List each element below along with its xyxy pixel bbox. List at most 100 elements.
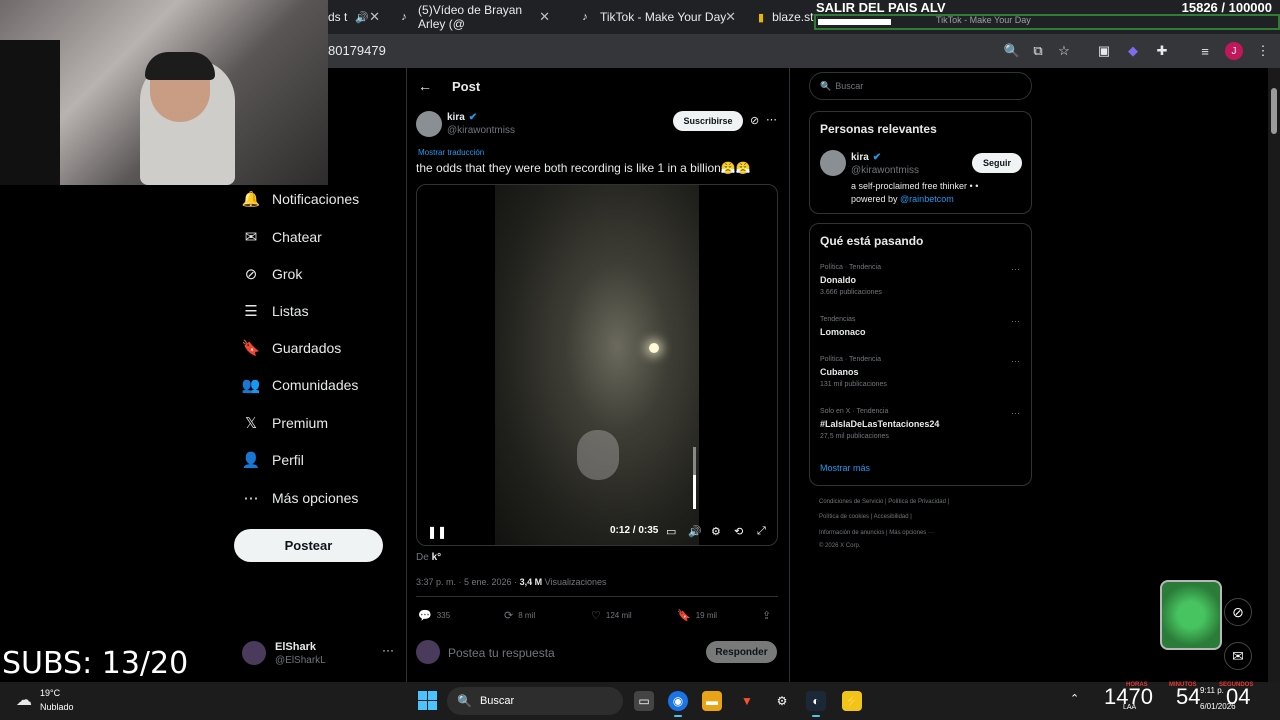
nav-label: Grok bbox=[272, 266, 303, 282]
more-icon[interactable]: ⋯ bbox=[1011, 316, 1020, 327]
author-handle[interactable]: @kirawontmiss bbox=[447, 125, 515, 136]
post-button[interactable]: Postear bbox=[234, 529, 383, 562]
video-player[interactable]: ❚❚ 0:12 / 0:35 ▭ 🔊 ⚙ ⟲ ⤢ bbox=[416, 184, 778, 546]
footer-line[interactable]: © 2026 X Corp. bbox=[819, 543, 860, 549]
app-icon[interactable]: ⚡ bbox=[842, 691, 862, 711]
more-icon[interactable]: ··· bbox=[382, 643, 394, 657]
nav-item[interactable]: 🔔 Notificaciones bbox=[242, 187, 360, 211]
browser-tab[interactable]: ♪ TikTok - Make Your Day ✕ bbox=[578, 6, 736, 28]
pause-icon[interactable]: ❚❚ bbox=[427, 525, 447, 539]
fullscreen-icon[interactable]: ⤢ bbox=[757, 525, 766, 538]
cast-icon[interactable]: ⧉ bbox=[1029, 42, 1047, 60]
steam-icon[interactable]: ◐ bbox=[806, 691, 826, 717]
more-icon[interactable]: ⋯ bbox=[1011, 356, 1020, 367]
author-avatar[interactable] bbox=[416, 111, 442, 137]
profile-avatar[interactable]: J bbox=[1225, 42, 1243, 60]
kebab-menu-icon[interactable]: ⋮ bbox=[1254, 42, 1272, 60]
close-tab-icon[interactable]: ✕ bbox=[539, 9, 550, 25]
grok-icon[interactable]: ⊘ bbox=[1224, 598, 1252, 626]
more-icon[interactable]: ⋯ bbox=[1011, 408, 1020, 419]
grok-icon[interactable]: ⊘ bbox=[750, 114, 759, 127]
chrome-icon[interactable]: ◉ bbox=[668, 691, 688, 717]
nav-item[interactable]: 👥 Comunidades bbox=[242, 373, 359, 397]
zoom-icon[interactable]: 🔍 bbox=[1003, 42, 1021, 60]
weather-status[interactable]: Nublado bbox=[40, 702, 74, 712]
post-timestamp[interactable]: 3:37 p. m. · 5 ene. 2026 · bbox=[416, 577, 517, 587]
more-icon[interactable]: ⋯ bbox=[1011, 264, 1020, 275]
mail-icon[interactable]: ✉ bbox=[1224, 642, 1252, 670]
close-tab-icon[interactable]: ✕ bbox=[725, 9, 736, 25]
bookmark-action[interactable]: 🔖 19 mil bbox=[677, 609, 717, 622]
reply-input[interactable]: Postea tu respuesta bbox=[448, 646, 555, 660]
close-tab-icon[interactable]: ✕ bbox=[369, 9, 380, 25]
system-date[interactable]: 6/01/2026 bbox=[1200, 702, 1236, 711]
browser-tab[interactable]: ▮ blaze.stream bbox=[758, 6, 818, 28]
system-time[interactable]: 9:11 p. bbox=[1200, 686, 1224, 695]
puzzle-icon[interactable]: ✚ bbox=[1153, 42, 1171, 60]
subscribe-button[interactable]: Suscribirse bbox=[673, 111, 743, 131]
back-arrow-icon[interactable]: ← bbox=[418, 78, 432, 94]
language-indicator[interactable]: LAA bbox=[1123, 704, 1136, 711]
folder-icon[interactable]: ▬ bbox=[702, 691, 722, 711]
trend-item[interactable]: Política · Tendencia Donaldo 3.666 publica… bbox=[820, 264, 1020, 296]
browser-tab[interactable]: ds t 🔊 ✕ bbox=[328, 6, 380, 28]
extension-icon[interactable]: ▣ bbox=[1095, 42, 1113, 60]
task-view-icon[interactable]: ▭ bbox=[634, 691, 654, 711]
vpn-icon[interactable]: ◆ bbox=[1124, 42, 1142, 60]
nav-item[interactable]: ✉ Chatear bbox=[242, 225, 322, 249]
share-glyph: ⇪ bbox=[762, 610, 772, 622]
media-icon[interactable]: ≡ bbox=[1196, 42, 1214, 60]
brave-icon[interactable]: ▼ bbox=[737, 691, 757, 711]
captions-icon[interactable]: ▭ bbox=[666, 525, 676, 538]
trend-item[interactable]: Solo en X · Tendencia #LaIslaDeLasTentaci… bbox=[820, 408, 1020, 440]
relevant-name[interactable]: kira ✔ bbox=[851, 152, 881, 163]
address-bar[interactable]: 80179479 bbox=[328, 43, 386, 58]
nav-item[interactable]: 👤 Perfil bbox=[242, 448, 304, 472]
settings-icon[interactable]: ⚙ bbox=[711, 525, 721, 538]
windows-start-icon[interactable] bbox=[418, 691, 437, 710]
from-value[interactable]: k° bbox=[432, 552, 442, 563]
settings-icon[interactable]: ⚙ bbox=[772, 691, 792, 711]
share-icon[interactable]: ⇪ bbox=[762, 609, 776, 622]
taskbar-search[interactable]: 🔍 Buscar bbox=[447, 687, 623, 715]
star-icon[interactable]: ☆ bbox=[1055, 42, 1073, 60]
relevant-handle[interactable]: @kirawontmiss bbox=[851, 165, 919, 176]
search-input[interactable]: 🔍 Buscar bbox=[809, 72, 1032, 100]
cloud-icon[interactable]: ☁ bbox=[16, 690, 32, 710]
scrollbar[interactable] bbox=[1268, 68, 1280, 682]
like-count: 124 mil bbox=[605, 611, 632, 620]
nav-item[interactable]: ⊘ Grok bbox=[242, 262, 303, 286]
bio-link[interactable]: @rainbetcom bbox=[900, 194, 954, 204]
reply-button[interactable]: Responder bbox=[706, 641, 777, 663]
nav-item[interactable]: 𝕏 Premium bbox=[242, 411, 328, 435]
footer-line[interactable]: Información de anuncios | Más opciones ·… bbox=[819, 530, 934, 536]
goal-title: SALIR DEL PAIS ALV bbox=[816, 0, 946, 15]
temperature[interactable]: 19°C bbox=[40, 688, 60, 698]
follow-button[interactable]: Seguir bbox=[972, 153, 1022, 173]
author-name[interactable]: kira ✔ bbox=[447, 112, 477, 123]
tray-caret-icon[interactable]: ⌃ bbox=[1070, 692, 1079, 705]
timer-minutes: 54 bbox=[1176, 684, 1201, 709]
nav-item[interactable]: 🔖 Guardados bbox=[242, 336, 342, 360]
footer-line[interactable]: Condiciones de Servicio | Política de Pr… bbox=[819, 499, 949, 505]
trend-item[interactable]: Política · Tendencia Cubanos 131 mil publi… bbox=[820, 356, 1020, 388]
volume-icon[interactable]: 🔊 bbox=[688, 525, 702, 538]
browser-tab[interactable]: ♪ (5)Vídeo de Brayan Arley (@ ✕ bbox=[398, 3, 550, 31]
more-icon[interactable]: ⋯ bbox=[766, 113, 777, 126]
volume-slider[interactable] bbox=[693, 447, 696, 509]
speaker-icon[interactable]: 🔊 bbox=[355, 11, 369, 24]
like-action[interactable]: ♡ 124 mil bbox=[591, 609, 632, 622]
loop-icon[interactable]: ⟲ bbox=[734, 525, 743, 538]
reply-action[interactable]: 💬 335 bbox=[418, 609, 450, 622]
trend-item[interactable]: Tendencias Lomonaco ⋯ bbox=[820, 316, 1020, 341]
footer-line[interactable]: Política de cookies | Accesibilidad | bbox=[819, 514, 912, 520]
verified-badge-icon: ✔ bbox=[872, 152, 882, 163]
show-more-link[interactable]: Mostrar más bbox=[820, 463, 870, 473]
repost-action[interactable]: ⟳ 8 mil bbox=[504, 609, 535, 622]
show-translation-link[interactable]: Mostrar traducción bbox=[418, 148, 484, 157]
account-switcher[interactable]: ElShark @ElSharkL ··· bbox=[242, 639, 394, 669]
nav-item[interactable]: ⋯ Más opciones bbox=[242, 486, 359, 510]
nav-item[interactable]: ☰ Listas bbox=[242, 299, 308, 323]
avatar[interactable] bbox=[820, 150, 846, 176]
scrollbar-thumb[interactable] bbox=[1271, 88, 1277, 134]
